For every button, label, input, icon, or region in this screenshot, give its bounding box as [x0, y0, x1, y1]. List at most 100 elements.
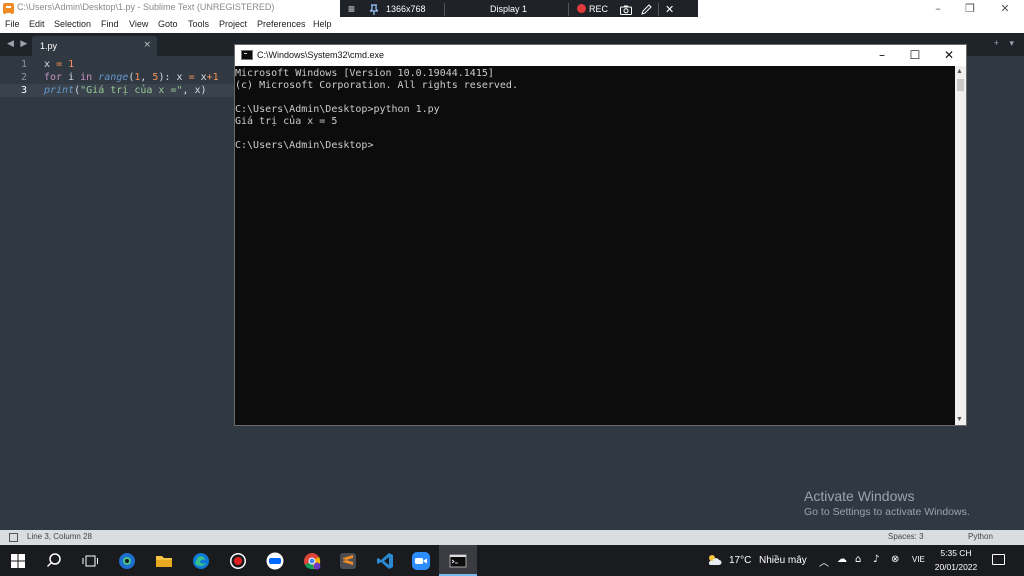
notification-center-icon[interactable]	[992, 554, 1005, 565]
zalo-icon[interactable]	[265, 551, 285, 571]
code-token: 1	[68, 59, 75, 70]
input-language[interactable]: VIE	[912, 555, 925, 564]
taskbar: 17°C Nhiều mây ︿ ☁ ⌂ ♪ ⊗ VIE 5:35 CH 20/…	[0, 545, 1024, 576]
line-gutter: 1 2 3	[0, 56, 36, 530]
line-number: 1	[20, 59, 27, 70]
scrollbar-thumb[interactable]	[957, 79, 964, 91]
tab-label: 1.py	[40, 41, 58, 51]
code-token: i	[62, 72, 81, 83]
zoom-icon[interactable]	[411, 551, 431, 571]
code-line[interactable]: x = 1	[44, 59, 74, 72]
code-token: x	[194, 72, 207, 83]
console-line: Microsoft Windows [Version 10.0.19044.14…	[235, 68, 494, 79]
scroll-up-icon[interactable]: ▲	[956, 68, 963, 75]
recorder-separator	[658, 3, 659, 16]
menubar: File Edit Selection Find View Goto Tools…	[0, 17, 1024, 33]
battery-saver-icon[interactable]: ⊗	[891, 554, 899, 565]
code-token: "Giá trị của x ="	[80, 85, 183, 96]
console-prompt[interactable]: C:\Users\Admin\Desktop>	[235, 140, 955, 152]
code-token: print	[44, 85, 75, 96]
task-view-icon[interactable]	[80, 551, 100, 571]
sublime-text-icon[interactable]	[338, 551, 358, 571]
menu-find[interactable]: Find	[101, 19, 119, 29]
code-token: for	[44, 72, 63, 83]
tab-nav-arrows-icon[interactable]: ◀ ▶	[7, 38, 29, 49]
cmd-title: C:\Windows\System32\cmd.exe	[257, 50, 385, 60]
cmd-icon	[241, 50, 253, 60]
tab-1py[interactable]: 1.py ×	[32, 36, 157, 56]
panel-toggle-icon[interactable]	[9, 533, 18, 542]
close-button[interactable]: ✕	[990, 1, 1020, 16]
menu-selection[interactable]: Selection	[54, 19, 91, 29]
sublime-window-title: C:\Users\Admin\Desktop\1.py - Sublime Te…	[17, 2, 275, 12]
menu-help[interactable]: Help	[313, 19, 332, 29]
indentation-setting[interactable]: Spaces: 3	[888, 532, 924, 541]
activate-windows-watermark: Activate Windows Go to Settings to activ…	[804, 488, 970, 518]
volume-icon[interactable]: ♪	[873, 554, 879, 565]
cursor-position: Line 3, Column 28	[27, 532, 92, 541]
chrome-icon[interactable]	[302, 551, 322, 571]
menu-goto[interactable]: Goto	[158, 19, 178, 29]
pin-icon[interactable]	[370, 4, 378, 15]
network-icon[interactable]: ⌂	[855, 554, 861, 565]
edge-icon[interactable]	[191, 551, 211, 571]
cmd-maximize-button[interactable]: ☐	[900, 47, 930, 64]
tab-close-icon[interactable]: ×	[143, 40, 151, 50]
status-bar: Line 3, Column 28 Spaces: 3 Python	[0, 530, 1024, 545]
new-tab-icon[interactable]: + ▾	[994, 38, 1018, 49]
sublime-logo-icon	[3, 3, 14, 15]
cmd-minimize-button[interactable]: –	[867, 47, 897, 64]
pen-icon[interactable]	[641, 4, 652, 15]
console-line: C:\Users\Admin\Desktop>python 1.py	[235, 104, 440, 115]
menu-view[interactable]: View	[129, 19, 148, 29]
menu-tools[interactable]: Tools	[188, 19, 209, 29]
cmd-close-button[interactable]: ✕	[934, 47, 964, 64]
code-token: ,	[140, 72, 153, 83]
recorder-separator	[568, 3, 569, 16]
code-editor[interactable]: x = 1 for i in range(1, 5): x = x+1 prin…	[44, 56, 234, 530]
search-icon[interactable]	[44, 551, 64, 571]
menu-preferences[interactable]: Preferences	[257, 19, 306, 29]
code-token: in	[80, 72, 93, 83]
code-token: range	[98, 72, 129, 83]
syntax-setting[interactable]: Python	[968, 532, 993, 541]
windows-start-icon[interactable]	[8, 551, 28, 571]
weather-condition[interactable]: Nhiều mây	[759, 555, 807, 566]
scroll-down-icon[interactable]: ▼	[956, 416, 963, 423]
obs-record-icon[interactable]	[228, 551, 248, 571]
code-line[interactable]: for i in range(1, 5): x = x+1	[44, 72, 219, 85]
file-explorer-icon[interactable]	[154, 551, 174, 571]
rec-label: REC	[589, 4, 609, 14]
menu-project[interactable]: Project	[219, 19, 247, 29]
tray-overflow-chevron-icon[interactable]: ︿	[819, 554, 829, 569]
clock-date[interactable]: 20/01/2022	[930, 562, 982, 572]
cmd-scrollbar[interactable]: ▲ ▼	[955, 66, 966, 425]
maximize-button[interactable]: ❐	[955, 1, 985, 16]
code-token: ): x	[158, 72, 189, 83]
menu-file[interactable]: File	[5, 19, 20, 29]
camera-icon[interactable]	[620, 5, 632, 15]
menu-edit[interactable]: Edit	[29, 19, 45, 29]
activate-subtitle: Go to Settings to activate Windows.	[804, 506, 970, 518]
record-dot-icon	[577, 4, 586, 13]
network-cloud-icon[interactable]: ☁	[837, 554, 847, 565]
weather-temperature[interactable]: 17°C	[729, 555, 751, 566]
vscode-icon[interactable]	[375, 551, 395, 571]
cmd-titlebar[interactable]: C:\Windows\System32\cmd.exe – ☐ ✕	[235, 45, 966, 66]
minimize-button[interactable]: –	[923, 1, 953, 16]
console-line: Giá trị của x = 5	[235, 116, 338, 127]
cmd-window[interactable]: C:\Windows\System32\cmd.exe – ☐ ✕ Micros…	[234, 44, 967, 426]
weather-cloud-icon[interactable]	[706, 554, 722, 566]
edge-beta-icon[interactable]	[117, 551, 137, 571]
code-token: 1	[212, 72, 219, 83]
cmd-console-output[interactable]: Microsoft Windows [Version 10.0.19044.14…	[235, 66, 955, 425]
code-line[interactable]: print("Giá trị của x =", x)	[44, 85, 207, 98]
line-number: 2	[20, 72, 27, 83]
cmd-taskbar-icon[interactable]	[448, 551, 468, 571]
code-token: , x)	[182, 85, 207, 96]
clock-time[interactable]: 5:35 CH	[930, 548, 982, 558]
recorder-separator	[444, 3, 445, 16]
activate-title: Activate Windows	[804, 488, 915, 504]
